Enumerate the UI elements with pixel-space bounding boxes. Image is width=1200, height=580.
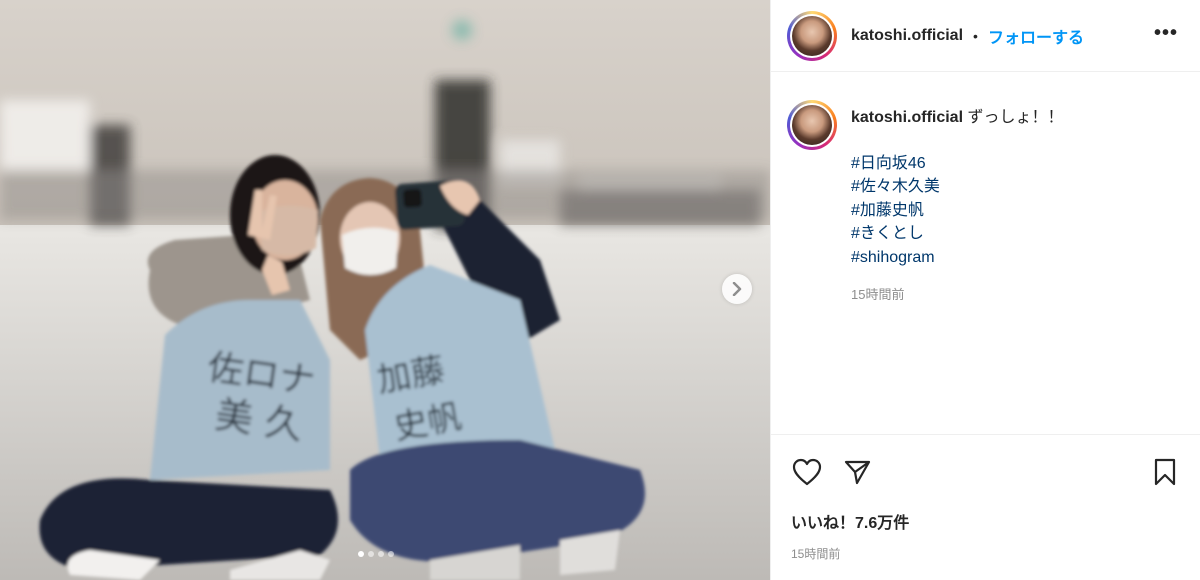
carousel-dot: [358, 551, 364, 557]
instagram-post: 佐ロナ 美 久 加藤 史帆 katoshi.official • フォローする …: [0, 0, 1200, 580]
follow-button[interactable]: フォローする: [988, 24, 1084, 48]
post-header: katoshi.official • フォローする •••: [771, 0, 1200, 72]
avatar[interactable]: [787, 10, 837, 61]
carousel-dot: [378, 551, 384, 557]
hashtag-link[interactable]: #きくとし: [851, 222, 1064, 246]
caption-avatar[interactable]: [787, 100, 837, 150]
avatar-image: [792, 105, 832, 145]
caption-timestamp: 15時間前: [851, 287, 905, 302]
hashtag-link[interactable]: #shihogram: [851, 246, 1064, 270]
more-options-icon[interactable]: •••: [1154, 22, 1178, 45]
post-actions-area: いいね！7.6万件 15時間前: [771, 434, 1200, 562]
carousel-indicators: [358, 551, 394, 557]
save-button[interactable]: [1149, 456, 1181, 488]
post-timestamp[interactable]: 15時間前: [771, 545, 1200, 562]
chevron-right-icon: [732, 282, 742, 296]
caption-username[interactable]: katoshi.official: [851, 109, 963, 126]
hashtag-link[interactable]: #日向坂46: [851, 152, 1064, 176]
hashtag-list: #日向坂46 #佐々木久美 #加藤史帆 #きくとし #shihogram: [851, 152, 1064, 270]
like-button[interactable]: [791, 456, 823, 488]
avatar-image: [792, 15, 832, 56]
post-caption: katoshi.official ずっしょ！！ #日向坂46 #佐々木久美 #加…: [787, 100, 1064, 307]
header-username[interactable]: katoshi.official: [851, 27, 963, 45]
post-side-panel: katoshi.official • フォローする ••• katoshi.of…: [770, 0, 1200, 580]
action-bar: [771, 435, 1200, 509]
carousel-dot: [388, 551, 394, 557]
heart-icon: [792, 458, 822, 486]
likes-count[interactable]: いいね！7.6万件: [771, 509, 1200, 533]
post-photo: 佐ロナ 美 久 加藤 史帆: [0, 0, 770, 580]
post-media[interactable]: 佐ロナ 美 久 加藤 史帆: [0, 0, 770, 580]
carousel-dot: [368, 551, 374, 557]
hashtag-link[interactable]: #佐々木久美: [851, 175, 1064, 199]
separator-dot: •: [973, 27, 978, 44]
paper-plane-icon: [844, 460, 871, 485]
bookmark-icon: [1154, 458, 1176, 486]
share-button[interactable]: [841, 456, 873, 488]
carousel-next-button[interactable]: [722, 274, 752, 304]
caption-text: ずっしょ！！: [967, 109, 1064, 126]
hashtag-link[interactable]: #加藤史帆: [851, 199, 1064, 223]
